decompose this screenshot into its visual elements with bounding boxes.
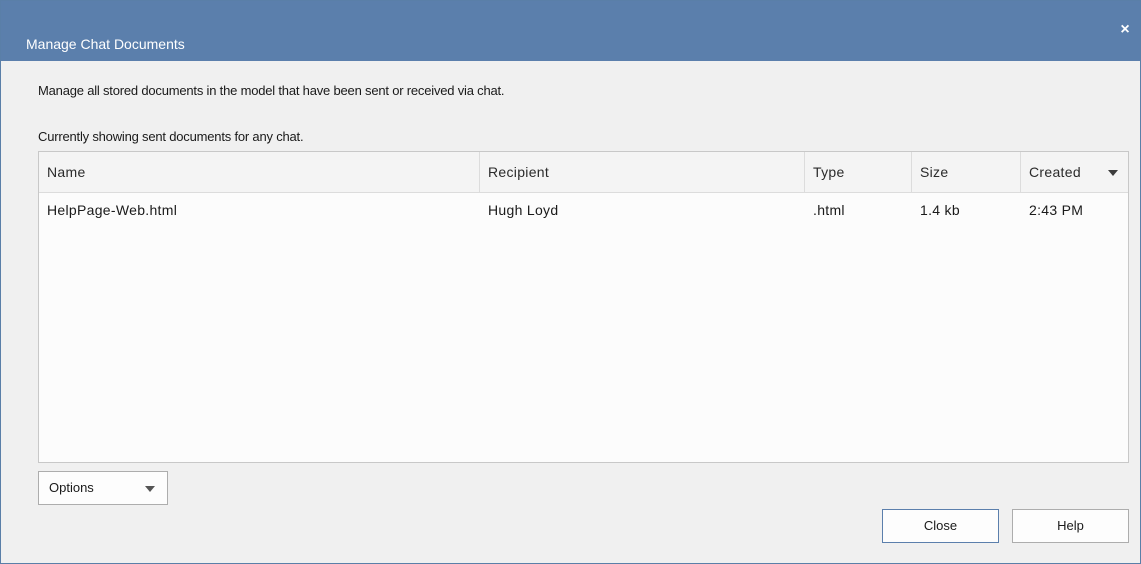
cell-created: 2:43 PM <box>1029 202 1084 218</box>
table-row[interactable]: HelpPage-Web.html Hugh Loyd .html 1.4 kb… <box>39 193 1128 227</box>
dialog-description: Manage all stored documents in the model… <box>38 83 505 98</box>
column-header-label: Recipient <box>488 164 550 180</box>
dialog-title: Manage Chat Documents <box>26 36 185 52</box>
column-header-recipient[interactable]: Recipient <box>480 152 805 192</box>
status-text: Currently showing sent documents for any… <box>38 129 304 144</box>
cell-type: .html <box>813 202 845 218</box>
list-header: Name Recipient Type Size Created <box>39 152 1128 193</box>
close-button[interactable]: Close <box>882 509 999 543</box>
cell-name: HelpPage-Web.html <box>47 202 178 218</box>
documents-list[interactable]: Name Recipient Type Size Created HelpPag… <box>38 151 1129 463</box>
column-header-label: Name <box>47 164 86 180</box>
options-label: Options <box>49 480 94 495</box>
close-icon[interactable]: × <box>1118 22 1132 38</box>
manage-chat-documents-dialog: Manage Chat Documents × Manage all store… <box>0 0 1141 564</box>
help-button[interactable]: Help <box>1012 509 1129 543</box>
sort-descending-icon <box>1108 170 1118 176</box>
title-bar[interactable]: Manage Chat Documents × <box>1 1 1140 61</box>
column-header-label: Type <box>813 164 845 180</box>
column-header-name[interactable]: Name <box>39 152 480 192</box>
options-dropdown-button[interactable]: Options <box>38 471 168 505</box>
column-header-label: Created <box>1029 164 1081 180</box>
column-header-created[interactable]: Created <box>1021 152 1128 192</box>
chevron-down-icon <box>145 486 155 492</box>
column-header-label: Size <box>920 164 949 180</box>
cell-size: 1.4 kb <box>920 202 960 218</box>
column-header-size[interactable]: Size <box>912 152 1021 192</box>
cell-recipient: Hugh Loyd <box>488 202 559 218</box>
column-header-type[interactable]: Type <box>805 152 912 192</box>
